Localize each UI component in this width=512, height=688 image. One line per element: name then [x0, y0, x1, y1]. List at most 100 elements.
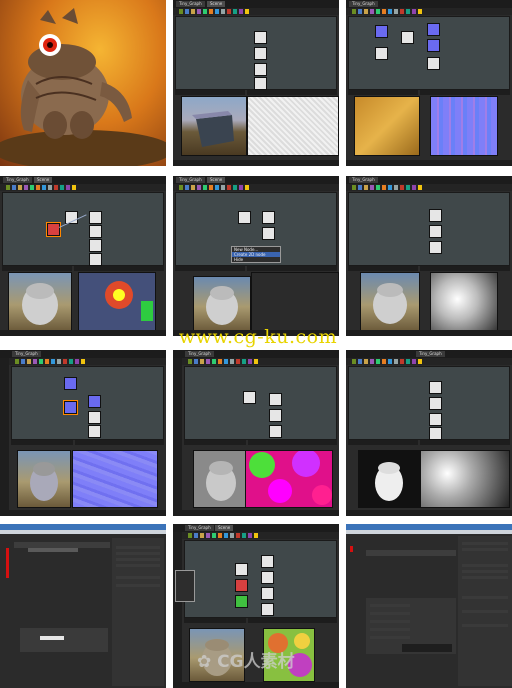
toolbar-swatch-button[interactable] [412, 9, 416, 14]
graph-node[interactable] [429, 241, 442, 254]
toolbar-swatch-button[interactable] [215, 9, 219, 14]
menu-item-hide[interactable]: Hide [232, 257, 280, 262]
toolbar-swatch-button[interactable] [191, 185, 195, 190]
toolbar-swatch-button[interactable] [406, 9, 410, 14]
graph-node[interactable] [89, 211, 102, 224]
toolbar-swatch-button[interactable] [358, 359, 362, 364]
graph-node[interactable] [427, 23, 440, 36]
toolbar-swatch-button[interactable] [382, 359, 386, 364]
toolbar-swatch-button[interactable] [233, 185, 237, 190]
tab-scene[interactable]: Scene [34, 177, 53, 183]
toolbar-swatch-button[interactable] [42, 185, 46, 190]
node-graph-canvas[interactable] [348, 366, 510, 440]
toolbar-swatch-button[interactable] [412, 185, 416, 190]
tab-graph[interactable]: Tiny_Graph [185, 525, 214, 531]
node-graph-canvas[interactable] [348, 192, 510, 266]
node-graph-canvas[interactable] [348, 16, 510, 90]
toolbar-swatch-button[interactable] [364, 185, 368, 190]
graph-node[interactable] [254, 63, 267, 76]
toolbar-swatch-button[interactable] [239, 185, 243, 190]
toolbar-swatch-button[interactable] [245, 9, 249, 14]
graph-node[interactable] [254, 47, 267, 60]
graph-node[interactable] [46, 222, 61, 237]
graph-node[interactable] [89, 239, 102, 252]
tab-scene[interactable]: Scene [215, 525, 234, 531]
toolbar-swatch-button[interactable] [388, 185, 392, 190]
node-graph-canvas[interactable] [184, 366, 337, 440]
toolbar-swatch-button[interactable] [224, 533, 228, 538]
2d-viewport[interactable] [430, 272, 498, 332]
toolbar-swatch-button[interactable] [30, 185, 34, 190]
toolbar-swatch-button[interactable] [218, 533, 222, 538]
graph-node[interactable] [254, 77, 267, 90]
toolbar-swatch-button[interactable] [179, 9, 183, 14]
tab-graph[interactable]: Tiny_Graph [349, 1, 378, 7]
toolbar-swatch-button[interactable] [63, 359, 67, 364]
graph-node[interactable] [235, 563, 248, 576]
toolbar-swatch-button[interactable] [248, 533, 252, 538]
toolbar-swatch-button[interactable] [206, 533, 210, 538]
graph-node[interactable] [269, 425, 282, 438]
3d-viewport[interactable] [193, 276, 251, 332]
toolbar-swatch-button[interactable] [388, 9, 392, 14]
node-graph-canvas[interactable] [2, 192, 164, 266]
graph-node[interactable] [261, 587, 274, 600]
toolbar-swatch-button[interactable] [203, 9, 207, 14]
tab-graph[interactable]: Tiny_Graph [185, 351, 214, 357]
toolbar-swatch-button[interactable] [382, 185, 386, 190]
3d-viewport[interactable] [360, 272, 420, 332]
graph-node[interactable] [235, 579, 248, 592]
graph-node[interactable] [261, 555, 274, 568]
3d-viewport[interactable] [193, 450, 249, 508]
toolbar-swatch-button[interactable] [352, 359, 356, 364]
graph-node[interactable] [427, 39, 440, 52]
toolbar-swatch-button[interactable] [400, 9, 404, 14]
toolbar-swatch-button[interactable] [242, 533, 246, 538]
toolbar-swatch-button[interactable] [233, 9, 237, 14]
toolbar-swatch-button[interactable] [212, 533, 216, 538]
toolbar-swatch-button[interactable] [388, 359, 392, 364]
toolbar-swatch-button[interactable] [218, 359, 222, 364]
toolbar-swatch-button[interactable] [185, 185, 189, 190]
graph-node[interactable] [429, 381, 442, 394]
toolbar-swatch-button[interactable] [197, 185, 201, 190]
toolbar-swatch-button[interactable] [236, 359, 240, 364]
toolbar-swatch-button[interactable] [406, 359, 410, 364]
node-graph-canvas[interactable] [175, 16, 337, 90]
toolbar-swatch-button[interactable] [382, 9, 386, 14]
tab-graph[interactable]: Tiny_Graph [349, 177, 378, 183]
graph-node[interactable] [254, 31, 267, 44]
toolbar-swatch-button[interactable] [227, 9, 231, 14]
3d-viewport[interactable] [354, 96, 420, 156]
graph-node[interactable] [375, 47, 388, 60]
graph-node[interactable] [88, 395, 101, 408]
2d-viewport[interactable] [251, 272, 339, 332]
toolbar-swatch-button[interactable] [200, 359, 204, 364]
toolbar-swatch-button[interactable] [394, 359, 398, 364]
toolbar-swatch-button[interactable] [12, 185, 16, 190]
toolbar-swatch-button[interactable] [370, 359, 374, 364]
tab-graph[interactable]: Tiny_Graph [12, 351, 41, 357]
graph-node[interactable] [269, 409, 282, 422]
toolbar-swatch-button[interactable] [27, 359, 31, 364]
graph-node[interactable] [429, 225, 442, 238]
toolbar-swatch-button[interactable] [418, 9, 422, 14]
3d-viewport[interactable] [358, 450, 420, 508]
graph-node[interactable] [261, 571, 274, 584]
toolbar-swatch-button[interactable] [191, 9, 195, 14]
toolbar-swatch-button[interactable] [54, 185, 58, 190]
graph-node[interactable] [375, 25, 388, 38]
toolbar-swatch-button[interactable] [358, 9, 362, 14]
toolbar-swatch-button[interactable] [239, 9, 243, 14]
toolbar-swatch-button[interactable] [400, 359, 404, 364]
tab-graph[interactable]: Tiny_Graph [176, 177, 205, 183]
toolbar-swatch-button[interactable] [376, 9, 380, 14]
graph-node[interactable] [261, 603, 274, 616]
toolbar-swatch-button[interactable] [236, 533, 240, 538]
toolbar-swatch-button[interactable] [230, 359, 234, 364]
toolbar-swatch-button[interactable] [215, 185, 219, 190]
graph-node[interactable] [89, 225, 102, 238]
toolbar-swatch-button[interactable] [376, 185, 380, 190]
graph-node[interactable] [235, 595, 248, 608]
tab-graph[interactable]: Tiny_Graph [176, 1, 205, 7]
